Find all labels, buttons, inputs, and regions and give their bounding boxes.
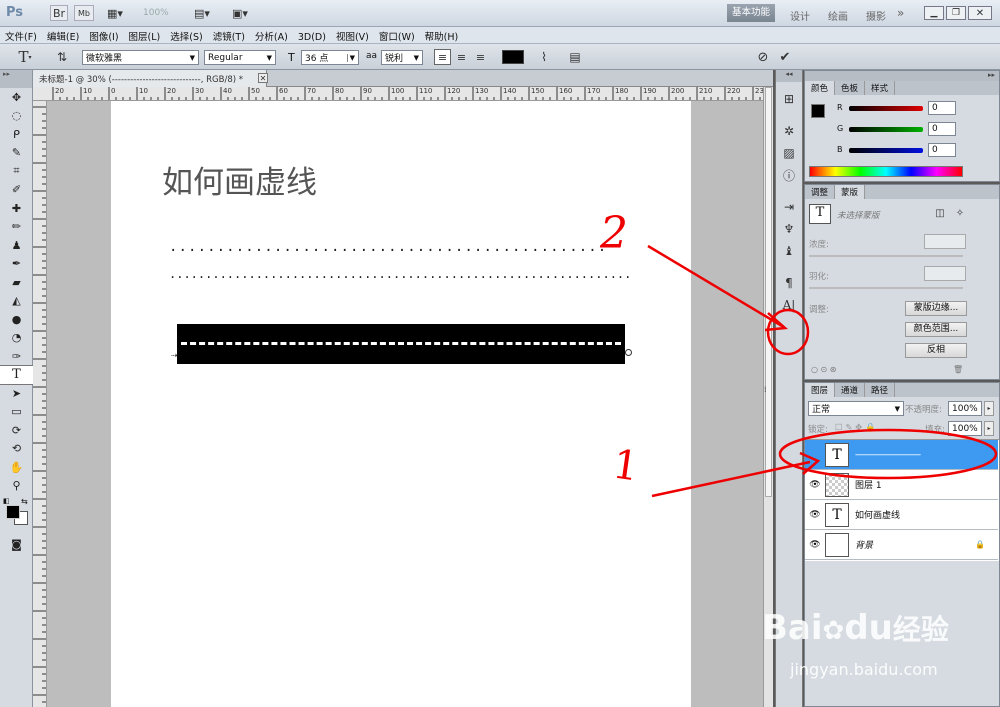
watermark-url: jingyan.baidu.com xyxy=(790,660,938,679)
baidu-watermark-logo: Bai✿du经验 xyxy=(762,608,949,648)
highlight-ellipse-layer xyxy=(778,428,998,480)
annotation-number-2: 2 xyxy=(600,208,628,259)
arrow-1-line xyxy=(651,460,811,498)
baidu-paw-icon: ✿ xyxy=(822,616,845,646)
arrow-2-line xyxy=(647,244,783,328)
red-annotations xyxy=(647,244,998,498)
highlight-circle-character xyxy=(766,308,810,356)
